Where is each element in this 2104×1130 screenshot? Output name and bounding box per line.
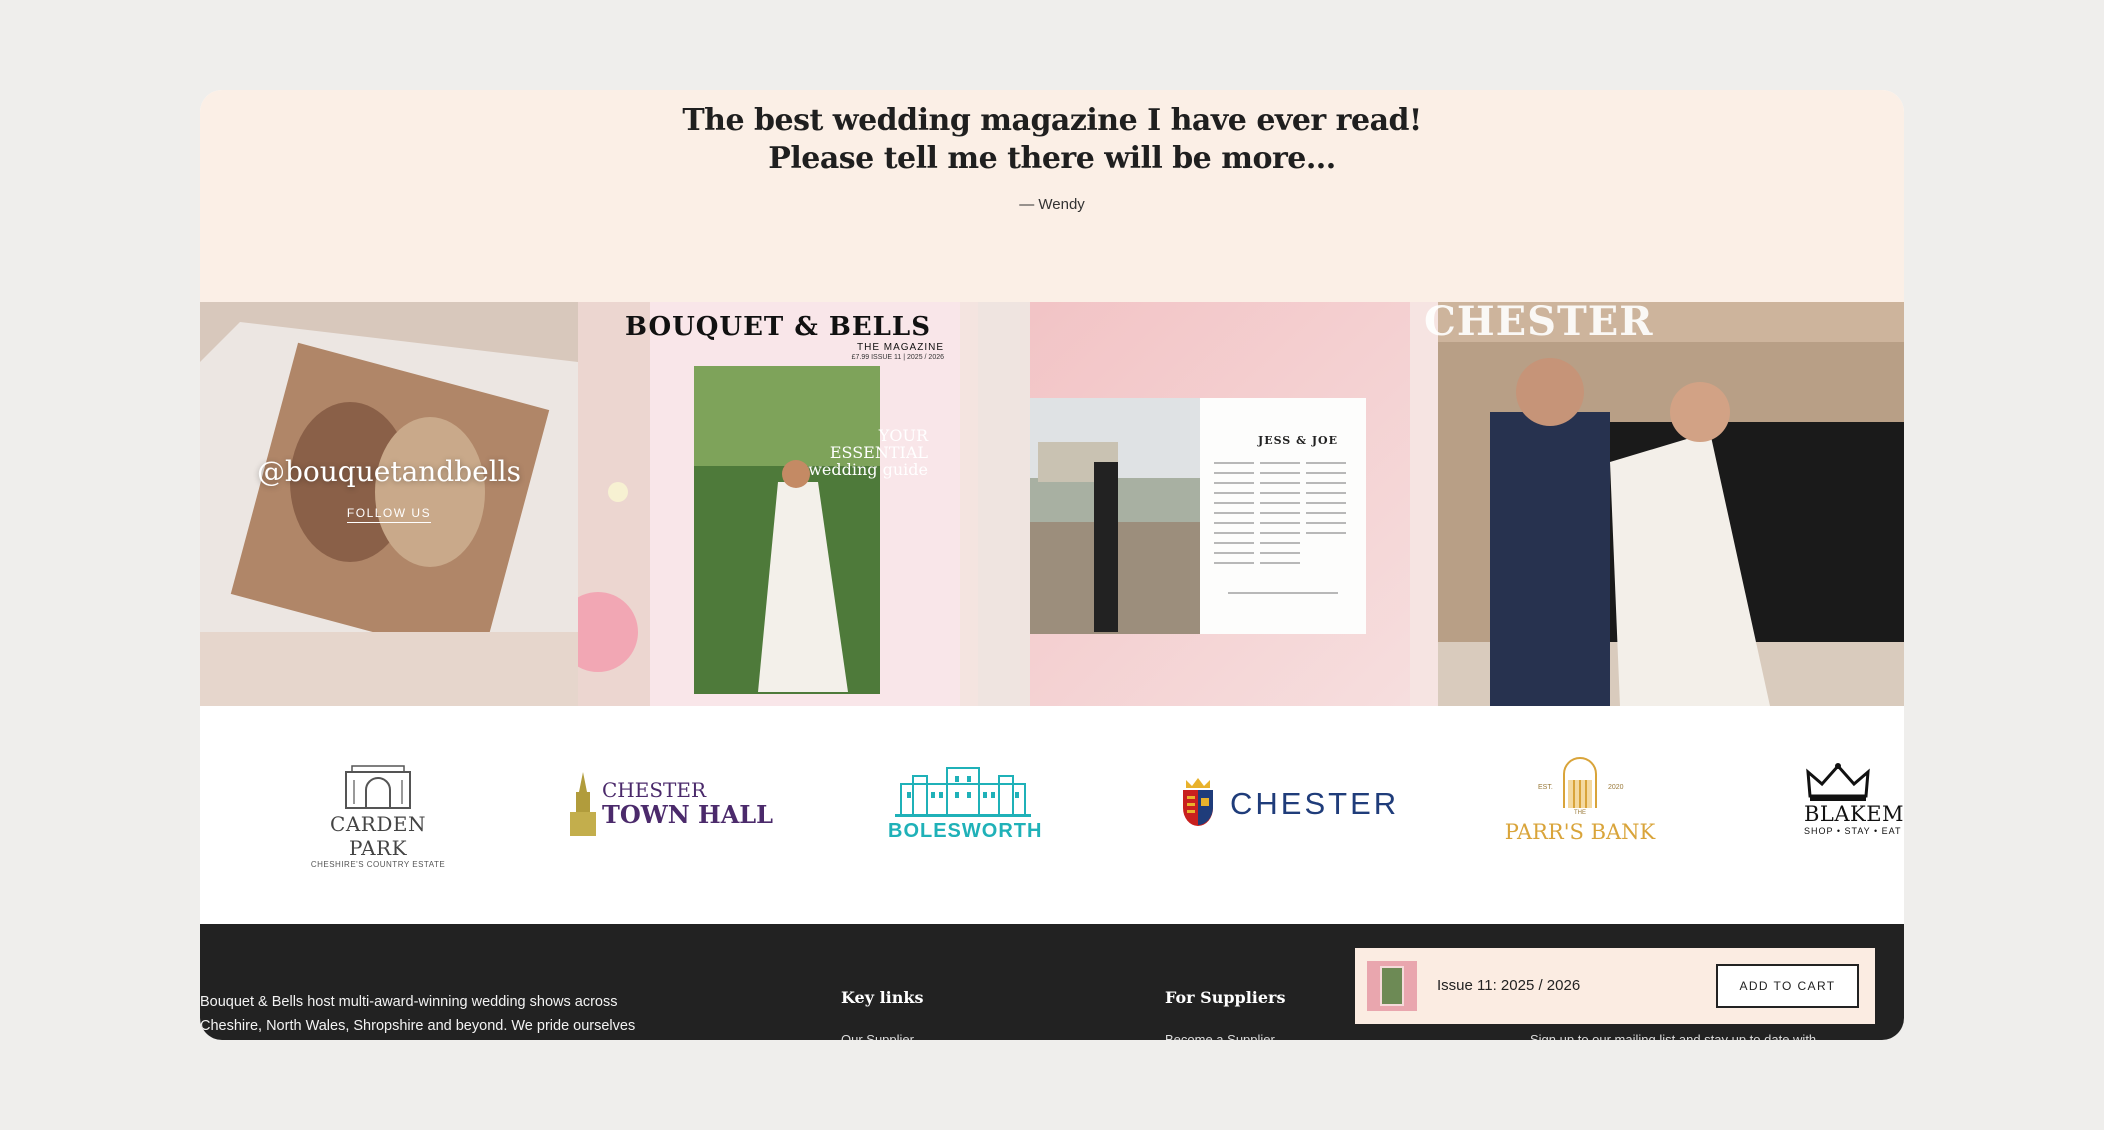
carden-park-name: CARDEN PARK bbox=[330, 812, 426, 860]
chester-overlay-text: CHESTER bbox=[1424, 302, 1654, 345]
cart-product-thumbnail bbox=[1367, 961, 1417, 1011]
spread-title: JESS & JOE bbox=[1258, 434, 1338, 447]
footer-key-links-title: Key links bbox=[841, 988, 924, 1007]
testimonial-quote: The best wedding magazine I have ever re… bbox=[682, 103, 1422, 176]
parrs-bank-name: PARR'S BANK bbox=[1504, 820, 1656, 844]
magazine-spread-tile[interactable]: JESS & JOE bbox=[978, 302, 1410, 706]
magazine-cover-image bbox=[578, 302, 978, 706]
site-footer: Bouquet & Bells host multi-award-winning… bbox=[200, 924, 1904, 1040]
footer-newsletter-text: Sign up to our mailing list and stay up … bbox=[1530, 1032, 1817, 1040]
logo-blakemere[interactable]: BLAKEMERE SHOP • STAY • EAT bbox=[1804, 762, 1904, 836]
follow-us-link[interactable]: FOLLOW US bbox=[346, 506, 432, 523]
logo-bolesworth[interactable]: BOLESWORTH bbox=[888, 762, 1043, 843]
parrs-the-label: THE bbox=[1574, 810, 1586, 816]
partner-logos: CARDEN PARK CHESHIRE'S COUNTRY ESTATE CH… bbox=[200, 706, 1904, 924]
blakemere-sub: SHOP • STAY • EAT bbox=[1804, 826, 1902, 836]
magazine-spread-image bbox=[978, 302, 1410, 706]
instagram-gallery: @bouquetandbells FOLLOW US BOUQUET & BEL… bbox=[200, 302, 1904, 706]
instagram-overlay: @bouquetandbells FOLLOW US bbox=[200, 302, 578, 706]
instagram-handle: @bouquetandbells bbox=[256, 455, 522, 488]
carden-park-arch-icon bbox=[345, 765, 411, 809]
magazine-cover-tile[interactable]: BOUQUET & BELLS THE MAGAZINE £7.99 ISSUE… bbox=[578, 302, 978, 706]
chester-name: CHESTER bbox=[1230, 786, 1400, 821]
wedding-photo bbox=[1410, 302, 1904, 706]
logo-carden-park[interactable]: CARDEN PARK CHESHIRE'S COUNTRY ESTATE bbox=[308, 764, 448, 869]
parrs-year-label: 2020 bbox=[1608, 784, 1624, 791]
wedding-photo-tile[interactable]: CHESTER bbox=[1410, 302, 1904, 706]
blakemere-name: BLAKEMERE bbox=[1804, 802, 1904, 826]
parrs-est-label: EST. bbox=[1538, 784, 1553, 791]
cover-title: BOUQUET & BELLS bbox=[625, 312, 931, 342]
testimonial-author: — Wendy bbox=[1019, 196, 1085, 213]
testimonial-section: The best wedding magazine I have ever re… bbox=[200, 90, 1904, 302]
carden-park-sub: CHESHIRE'S COUNTRY ESTATE bbox=[310, 860, 446, 869]
bolesworth-name: BOLESWORTH bbox=[888, 820, 1043, 842]
parrs-bank-building-icon bbox=[1563, 757, 1597, 808]
chester-crest-icon bbox=[1183, 778, 1213, 826]
logo-parrs-bank[interactable]: EST. 2020 THE PARR'S BANK bbox=[1490, 756, 1670, 844]
cover-subtitle: THE MAGAZINE bbox=[856, 342, 944, 353]
footer-suppliers-title: For Suppliers bbox=[1165, 988, 1286, 1007]
bolesworth-castle-icon bbox=[895, 767, 1031, 817]
cart-product-label: Issue 11: 2025 / 2026 bbox=[1437, 977, 1581, 994]
town-hall-name-1: CHESTER bbox=[602, 778, 707, 802]
page-frame: The best wedding magazine I have ever re… bbox=[200, 90, 1904, 1040]
cover-tagline: YOUR ESSENTIAL wedding guide bbox=[808, 426, 928, 479]
add-to-cart-button[interactable]: ADD TO CART bbox=[1716, 964, 1859, 1008]
blakemere-crown-icon bbox=[1806, 763, 1870, 801]
town-hall-tower-icon bbox=[570, 772, 596, 836]
footer-link-become-supplier[interactable]: Become a Supplier bbox=[1165, 1032, 1275, 1040]
town-hall-name-2: TOWN HALL bbox=[602, 800, 774, 829]
sticky-add-to-cart: Issue 11: 2025 / 2026 ADD TO CART bbox=[1355, 948, 1875, 1024]
cover-issue: £7.99 ISSUE 11 | 2025 / 2026 bbox=[851, 354, 944, 361]
instagram-tile[interactable]: @bouquetandbells FOLLOW US bbox=[200, 302, 578, 706]
footer-about-text: Bouquet & Bells host multi-award-winning… bbox=[200, 994, 636, 1034]
footer-key-link-our-suppliers[interactable]: Our Supplier bbox=[841, 1032, 914, 1040]
